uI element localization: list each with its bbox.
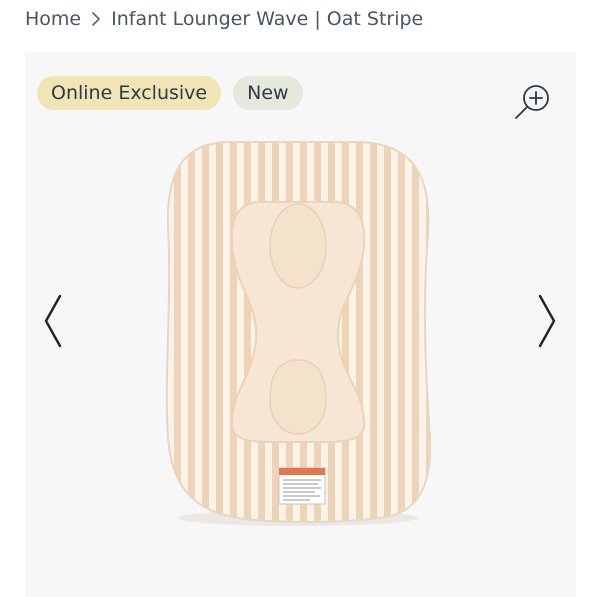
- previous-image-button[interactable]: [40, 292, 66, 350]
- breadcrumb: Home Infant Lounger Wave | Oat Stripe: [25, 6, 423, 32]
- breadcrumb-current: Infant Lounger Wave | Oat Stripe: [111, 8, 424, 30]
- product-image: [160, 138, 436, 528]
- new-badge: New: [233, 76, 303, 110]
- badge-group: Online Exclusive New: [37, 76, 303, 110]
- breadcrumb-home-link[interactable]: Home: [25, 8, 81, 30]
- next-image-button[interactable]: [534, 292, 560, 350]
- zoom-in-icon[interactable]: [513, 82, 553, 122]
- online-exclusive-badge: Online Exclusive: [37, 76, 222, 110]
- product-image-gallery: Online Exclusive New: [25, 52, 576, 597]
- chevron-right-icon: [91, 12, 101, 26]
